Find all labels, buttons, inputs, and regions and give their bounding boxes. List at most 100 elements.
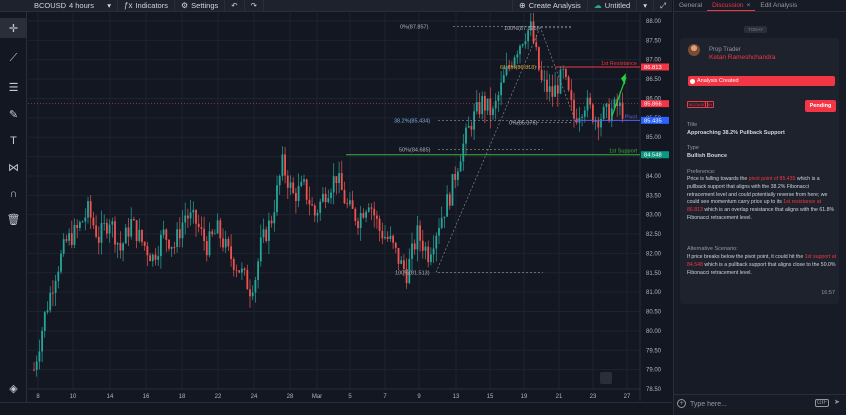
candle-body <box>551 86 554 97</box>
price-chart[interactable]: 78.50 79.00 79.50 80.00 80.50 81.00 81.50 82.00… <box>28 13 672 401</box>
timestamp: 16:57 <box>821 290 835 296</box>
pattern-tool[interactable]: ⋈ <box>0 157 27 177</box>
layout-menu-button[interactable]: ▾ <box>636 0 653 12</box>
brush-icon: ✎ <box>8 108 19 121</box>
candle-body <box>49 292 52 311</box>
candle-body <box>384 236 386 239</box>
tab-general[interactable]: General <box>674 0 707 11</box>
candle-body <box>497 95 500 101</box>
settings-button[interactable]: ⚙ Settings <box>175 0 226 12</box>
fib-trend-line <box>539 26 577 123</box>
candle-body <box>567 76 570 91</box>
candle-body <box>565 69 567 77</box>
text-tool[interactable]: T <box>0 131 27 151</box>
candle-body <box>370 207 373 209</box>
candle-body <box>97 236 100 243</box>
candle-body <box>286 175 289 188</box>
candle-body <box>421 240 424 251</box>
tab-label: Edit Analysis <box>760 2 798 9</box>
alt-scenario-label: Alternative Scenario: <box>687 246 738 252</box>
candle-body <box>41 330 43 352</box>
candle-body <box>362 213 365 218</box>
candle-body <box>419 225 421 241</box>
candle-body <box>189 212 192 219</box>
gear-icon: ⚙ <box>180 1 189 10</box>
magnet-tool[interactable]: ∩ <box>0 184 27 204</box>
candle-body <box>386 236 389 239</box>
send-icon[interactable]: ➤ <box>834 398 840 406</box>
candle-body <box>327 198 330 203</box>
candle-body <box>403 260 405 269</box>
candle-body <box>592 104 594 122</box>
price-tag-label: 84.548 <box>644 153 662 159</box>
candle-body <box>224 238 227 248</box>
candle-body <box>289 182 292 188</box>
top-toolbar: BCOUSD 4 hours ▾ ƒx Indicators ⚙ Settings ↶… <box>0 0 672 12</box>
fib-tool[interactable]: ☰ <box>0 77 27 97</box>
plus-icon[interactable]: + <box>677 399 686 408</box>
candle-body <box>143 241 146 246</box>
candle-body <box>430 254 432 263</box>
symbol-label: BCOUSD <box>34 1 67 10</box>
candle-body <box>462 143 465 162</box>
candle-body <box>222 238 224 248</box>
candle-body <box>351 200 354 209</box>
close-icon[interactable]: × <box>747 2 751 9</box>
fib-label: 0%(85.376) <box>509 121 538 127</box>
layers-icon: ◈ <box>9 382 18 395</box>
candle-body <box>257 261 259 280</box>
redo-button[interactable]: ↷ <box>245 0 264 12</box>
indicators-button[interactable]: ƒx Indicators <box>118 0 175 12</box>
candle-body <box>130 219 133 237</box>
candle-body <box>416 225 419 250</box>
panel-tabs: General Discussion × Edit Analysis <box>674 0 846 12</box>
level-label: 1st Support <box>609 149 638 155</box>
candle-body <box>265 229 268 241</box>
gif-button[interactable]: GIF <box>815 399 829 407</box>
candle-body <box>330 192 332 199</box>
create-analysis-button[interactable]: ⊕ Create Analysis <box>511 0 587 12</box>
brush-tool[interactable]: ✎ <box>0 104 27 124</box>
candle-body <box>524 41 527 45</box>
price-tick-label: 86.50 <box>646 77 662 83</box>
candle-body <box>211 231 214 235</box>
trend-line-tool[interactable]: ⟋ <box>0 48 27 68</box>
candle-body <box>297 186 300 202</box>
interval-selector[interactable]: 4 hours ▾ <box>63 0 118 12</box>
preference-text: Price is falling towards the pivot point… <box>687 176 837 223</box>
avatar[interactable] <box>688 44 700 56</box>
candle-body <box>60 253 62 272</box>
candle-body <box>238 270 241 273</box>
fib-label: 50%(84.685) <box>399 147 431 153</box>
candle-body <box>216 220 219 234</box>
time-tick-label: Mar <box>312 394 322 400</box>
candle-body <box>400 260 403 264</box>
candle-body <box>324 193 327 203</box>
candle-body <box>52 292 54 294</box>
message-input[interactable] <box>690 398 810 410</box>
time-tick-label: 8 <box>36 394 40 400</box>
bottom-bar <box>0 402 672 415</box>
time-tick-label: 5 <box>348 394 352 400</box>
layers-tool[interactable]: ◈ <box>0 378 27 398</box>
candle-body <box>548 86 551 92</box>
candle-body <box>178 229 181 239</box>
time-tick-label: 14 <box>107 394 114 400</box>
layout-name-button[interactable]: ☁ Untitled <box>586 0 636 12</box>
tab-discussion[interactable]: Discussion × <box>707 0 756 11</box>
candle-body <box>581 116 583 118</box>
author-name[interactable]: Ketan Rameshchandra <box>709 54 776 61</box>
price-tick-label: 85.00 <box>646 135 662 141</box>
candle-body <box>492 108 494 116</box>
tab-edit-analysis[interactable]: Edit Analysis <box>755 0 802 11</box>
candle-body <box>168 239 170 249</box>
trash-tool[interactable]: 🗑 <box>0 209 27 229</box>
undo-button[interactable]: ↶ <box>225 0 245 12</box>
candle-body <box>35 361 38 370</box>
chart-canvas[interactable]: 78.50 79.00 79.50 80.00 80.50 81.00 81.50 82.00… <box>28 13 672 401</box>
symbol-selector[interactable]: BCOUSD <box>0 0 67 12</box>
candle-body <box>608 103 610 122</box>
crosshair-tool[interactable]: ✛ <box>0 18 27 38</box>
fullscreen-button[interactable]: ⤢ <box>653 0 672 12</box>
candle-body <box>46 310 49 313</box>
